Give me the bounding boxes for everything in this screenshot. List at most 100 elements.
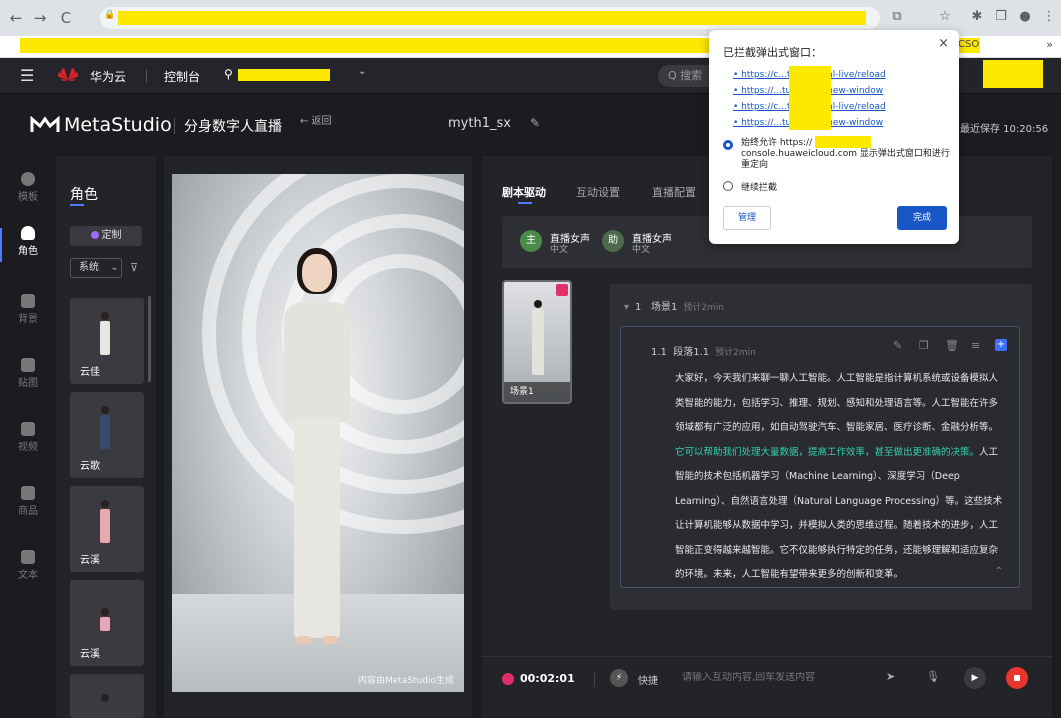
edit-name-icon[interactable]: ✎ (530, 116, 540, 130)
dialog-title: 已拦截弹出式窗口： (723, 46, 822, 59)
reload-icon[interactable]: C (56, 8, 76, 28)
metastudio-name: MetaStudio (64, 114, 172, 136)
chrome-menu-icon[interactable]: ⋮ (1040, 8, 1058, 26)
highlighted-text: 它可以帮助我们处理大量数据，提高工作效率，甚至做出更准确的决策。 (675, 446, 980, 458)
huawei-logo[interactable] (56, 66, 80, 84)
bookmark-star-icon[interactable]: ☆ (936, 8, 954, 26)
role-source-select[interactable]: 系统 ⌄ (70, 258, 122, 278)
forward-arrow-icon[interactable]: → (30, 8, 50, 28)
custom-role-button[interactable]: 定制 (70, 226, 142, 246)
stop-button[interactable] (1006, 667, 1028, 689)
role-figure (100, 608, 110, 652)
quick-reply-icon[interactable]: ⚡ (610, 669, 628, 687)
redacted-host (815, 136, 871, 148)
done-button[interactable]: 完成 (897, 206, 947, 230)
back-link[interactable]: ← 返回 (300, 116, 332, 127)
host-avatar: 主 (520, 230, 542, 252)
last-saved-time: 最近保存 10:20:56 (960, 124, 1049, 135)
delete-icon[interactable]: 🗑 (945, 339, 959, 352)
rail-item-role[interactable]: 角色 (0, 220, 56, 270)
tab-live-config[interactable]: 直播配置 (652, 184, 696, 200)
extensions-icon[interactable]: ✱ (968, 8, 986, 26)
project-name: myth1_sx (448, 116, 511, 131)
role-figure (100, 312, 110, 356)
edit-icon[interactable]: ✎ (893, 339, 902, 352)
close-icon[interactable]: × (938, 36, 949, 51)
sticker-icon (21, 358, 35, 372)
paragraph-header: 1.1 段落1.1 预计2min (651, 347, 756, 358)
role-card[interactable]: 云佳 (70, 298, 144, 384)
role-list-scrollbar[interactable] (148, 296, 151, 382)
role-figure (100, 694, 110, 718)
live-control-bar: 00:02:01 ⚡ 快捷 ➤ 🎙 ▶ (482, 656, 1052, 702)
scene-thumb-label: 场景1 (504, 382, 570, 402)
live-timer: 00:02:01 (520, 672, 575, 685)
rail-item-product[interactable]: 商品 (0, 480, 56, 530)
paragraph-block[interactable]: 1.1 段落1.1 预计2min ✎ ❐ 🗑 ≡ + 大家好，今天我们来聊一聊人工… (620, 326, 1020, 588)
chevron-down-icon: ⌄ (358, 66, 367, 77)
thumbnail-presenter (532, 300, 544, 376)
rail-item-background[interactable]: 背景 (0, 288, 56, 338)
template-icon (21, 172, 35, 186)
popup-blocked-dialog: 已拦截弹出式窗口： × • https://c...two-virtual-li… (709, 30, 959, 244)
header-divider (174, 118, 175, 134)
block-radio[interactable] (723, 181, 733, 191)
back-arrow-icon[interactable]: ← (6, 8, 26, 28)
role-card[interactable]: 云歌 (70, 392, 144, 478)
rail-item-text[interactable]: 文本 (0, 544, 56, 594)
background-icon (21, 294, 35, 308)
lock-icon: 🔒 (104, 10, 116, 20)
hamburger-menu-icon[interactable]: ☰ (20, 66, 34, 85)
paragraph-text[interactable]: 大家好，今天我们来聊一聊人工智能。人工智能是指计算机系统或设备模拟人类智能的能力… (675, 367, 1005, 588)
page-title: 分身数字人直播 (184, 119, 282, 135)
bookmark-more-icon[interactable]: » (1046, 38, 1053, 51)
brand-name[interactable]: 华为云 (90, 68, 126, 85)
role-figure (100, 500, 110, 544)
rail-item-template[interactable]: 模板 (0, 166, 56, 216)
assistant-avatar: 助 (602, 230, 624, 252)
redacted-region (238, 69, 330, 81)
add-paragraph-icon[interactable]: + (995, 339, 1007, 351)
side-panel-icon[interactable]: ❐ (992, 8, 1010, 26)
rail-item-video[interactable]: 视频 (0, 416, 56, 466)
live-badge-icon (556, 284, 568, 296)
active-tab-indicator (518, 202, 532, 204)
address-bar[interactable]: 🔒 (100, 7, 880, 29)
role-card[interactable]: 云溪 (70, 486, 144, 572)
role-panel: 角色 定制 系统 ⌄ ⊽ 云佳 云歌 云溪 云溪 (56, 156, 156, 718)
region-selector[interactable]: ⚲ ⌄ (224, 66, 378, 86)
video-icon (21, 422, 35, 436)
block-option-label[interactable]: 继续拦截 (741, 180, 777, 193)
role-panel-title: 角色 (70, 187, 98, 203)
title-underline (70, 204, 84, 206)
role-card[interactable] (70, 674, 144, 718)
profile-icon[interactable]: ● (1016, 8, 1034, 26)
tab-script-driven[interactable]: 剧本驱动 (502, 184, 546, 200)
collapse-up-icon[interactable]: ⌃ (995, 566, 1003, 577)
bookmark-cso[interactable]: CSO (958, 39, 979, 50)
live-preview-canvas[interactable]: 内容由MetaStudio生成 (172, 174, 464, 692)
microphone-icon[interactable]: 🎙 (926, 670, 940, 683)
drag-handle-icon[interactable]: ≡ (971, 339, 980, 352)
recording-icon (502, 673, 514, 685)
rail-item-sticker[interactable]: 贴图 (0, 352, 56, 402)
text-icon (21, 550, 35, 564)
manage-button[interactable]: 管理 (723, 206, 771, 230)
quick-reply-label[interactable]: 快捷 (638, 672, 658, 687)
preview-panel: 内容由MetaStudio生成 (164, 156, 472, 718)
scene-header[interactable]: ▾ 1 场景1 预计2min (624, 298, 724, 313)
scene-thumbnail[interactable]: 场景1 (502, 280, 572, 404)
scene-block: ▾ 1 场景1 预计2min 1.1 段落1.1 预计2min ✎ ❐ 🗑 ≡ + 大… (610, 284, 1032, 610)
send-icon[interactable]: ➤ (886, 670, 895, 683)
copy-icon[interactable]: ❐ (919, 339, 929, 352)
play-button[interactable]: ▶ (964, 667, 986, 689)
redacted-url (118, 11, 866, 25)
allow-radio[interactable] (723, 140, 733, 150)
role-card[interactable]: 云溪 (70, 580, 144, 666)
collapse-caret-icon[interactable]: ▾ (624, 302, 629, 313)
console-link[interactable]: 控制台 (164, 68, 200, 85)
popup-blocked-icon[interactable]: ⧉ (888, 8, 906, 26)
interaction-input[interactable] (682, 672, 872, 683)
filter-icon[interactable]: ⊽ (130, 261, 138, 274)
tab-interaction-settings[interactable]: 互动设置 (576, 184, 620, 200)
